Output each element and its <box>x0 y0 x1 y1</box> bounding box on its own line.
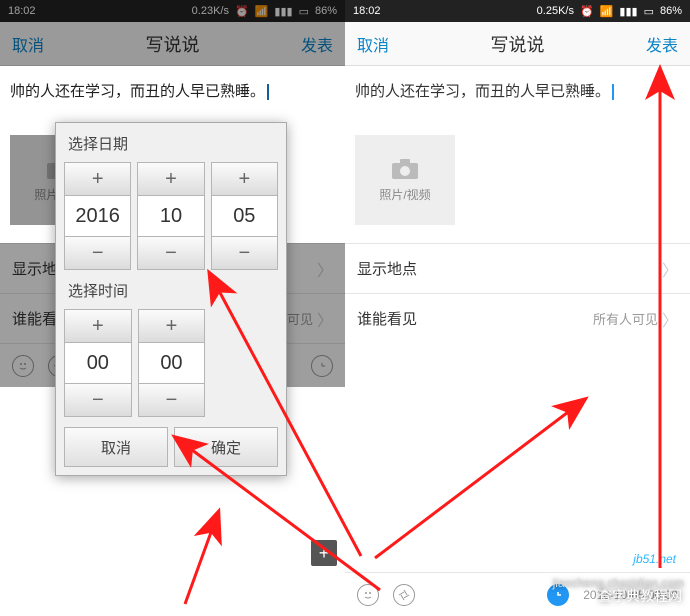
media-label: 照片/视频 <box>379 186 430 203</box>
minute-plus-button[interactable]: + <box>138 309 206 343</box>
statusbar: 18:02 0.25K/s ⏰ 📶 ▮▮▮ ▭ 86% <box>345 0 690 22</box>
modal-cancel-button[interactable]: 取消 <box>64 427 168 467</box>
signal-icon: ▮▮▮ <box>274 5 292 18</box>
watermark-jb51: jb51.net <box>633 552 676 566</box>
battery-icon: ▭ <box>644 5 654 18</box>
location-label: 显示地点 <box>357 258 417 279</box>
time-section-title: 选择时间 <box>68 280 278 301</box>
day-minus-button[interactable]: − <box>211 236 278 270</box>
publish-button[interactable]: 发表 <box>301 32 333 56</box>
minute-minus-button[interactable]: − <box>138 383 206 417</box>
datetime-picker-modal: 选择日期 + 2016 − + 10 − + 05 − 选择时间 + 00 <box>55 122 287 476</box>
month-spinner: + 10 − <box>137 162 204 270</box>
minute-value[interactable]: 00 <box>138 343 206 383</box>
chevron-right-icon: 〉 <box>662 257 678 281</box>
clock-icon[interactable] <box>311 355 333 377</box>
cancel-button[interactable]: 取消 <box>357 32 389 56</box>
status-speed: 0.23K/s <box>192 5 229 17</box>
year-plus-button[interactable]: + <box>64 162 131 196</box>
month-plus-button[interactable]: + <box>137 162 204 196</box>
status-battery: 86% <box>660 5 682 17</box>
alarm-icon: ⏰ <box>580 5 594 18</box>
face-icon[interactable] <box>12 355 34 377</box>
visibility-label: 谁能看见 <box>357 308 417 329</box>
status-battery: 86% <box>315 5 337 17</box>
signal-icon: ▮▮▮ <box>619 5 637 18</box>
post-text-input[interactable]: 帅的人还在学习，而丑的人早已熟睡。 <box>345 66 690 115</box>
wifi-icon: 📶 <box>600 5 614 18</box>
watermark-main: 查字典教程网 <box>598 586 682 606</box>
month-value[interactable]: 10 <box>137 196 204 236</box>
day-spinner: + 05 − <box>211 162 278 270</box>
year-spinner: + 2016 − <box>64 162 131 270</box>
year-value[interactable]: 2016 <box>64 196 131 236</box>
statusbar: 18:02 0.23K/s ⏰ 📶 ▮▮▮ ▭ 86% <box>0 0 345 22</box>
month-minus-button[interactable]: − <box>137 236 204 270</box>
status-speed: 0.25K/s <box>537 5 574 17</box>
alarm-icon: ⏰ <box>235 5 249 18</box>
face-icon[interactable] <box>357 584 379 606</box>
chevron-right-icon: 〉 <box>317 307 333 331</box>
visibility-row[interactable]: 谁能看见 所有人可见 〉 <box>345 293 690 343</box>
media-picker[interactable]: 照片/视频 <box>355 135 455 225</box>
navbar: 取消 写说说 发表 <box>0 22 345 66</box>
date-section-title: 选择日期 <box>68 133 278 154</box>
day-value[interactable]: 05 <box>211 196 278 236</box>
phone-left-screen: 18:02 0.23K/s ⏰ 📶 ▮▮▮ ▭ 86% 取消 写说说 发表 帅的… <box>0 0 345 616</box>
camera-icon <box>391 158 419 180</box>
wifi-icon: 📶 <box>255 5 269 18</box>
location-row[interactable]: 显示地点 〉 <box>345 243 690 293</box>
publish-button[interactable]: 发表 <box>646 32 678 56</box>
chevron-right-icon: 〉 <box>317 257 333 281</box>
hour-minus-button[interactable]: − <box>64 383 132 417</box>
aperture-icon[interactable] <box>393 584 415 606</box>
battery-icon: ▭ <box>299 5 309 18</box>
day-plus-button[interactable]: + <box>211 162 278 196</box>
cancel-button[interactable]: 取消 <box>12 32 44 56</box>
navbar: 取消 写说说 发表 <box>345 22 690 66</box>
status-time: 18:02 <box>353 5 381 17</box>
visibility-value: 所有人可见 <box>593 309 658 328</box>
phone-right-screen: 18:02 0.25K/s ⏰ 📶 ▮▮▮ ▭ 86% 取消 写说说 发表 帅的… <box>345 0 690 616</box>
status-time: 18:02 <box>8 5 36 17</box>
hour-spinner: + 00 − <box>64 309 132 417</box>
post-text-input[interactable]: 帅的人还在学习，而丑的人早已熟睡。 <box>0 66 345 115</box>
hour-value[interactable]: 00 <box>64 343 132 383</box>
modal-ok-button[interactable]: 确定 <box>174 427 278 467</box>
page-title: 写说说 <box>491 31 545 57</box>
hour-plus-button[interactable]: + <box>64 309 132 343</box>
year-minus-button[interactable]: − <box>64 236 131 270</box>
page-title: 写说说 <box>146 31 200 57</box>
fab-add-button[interactable]: + <box>311 540 337 566</box>
minute-spinner: + 00 − <box>138 309 206 417</box>
chevron-right-icon: 〉 <box>662 307 678 331</box>
